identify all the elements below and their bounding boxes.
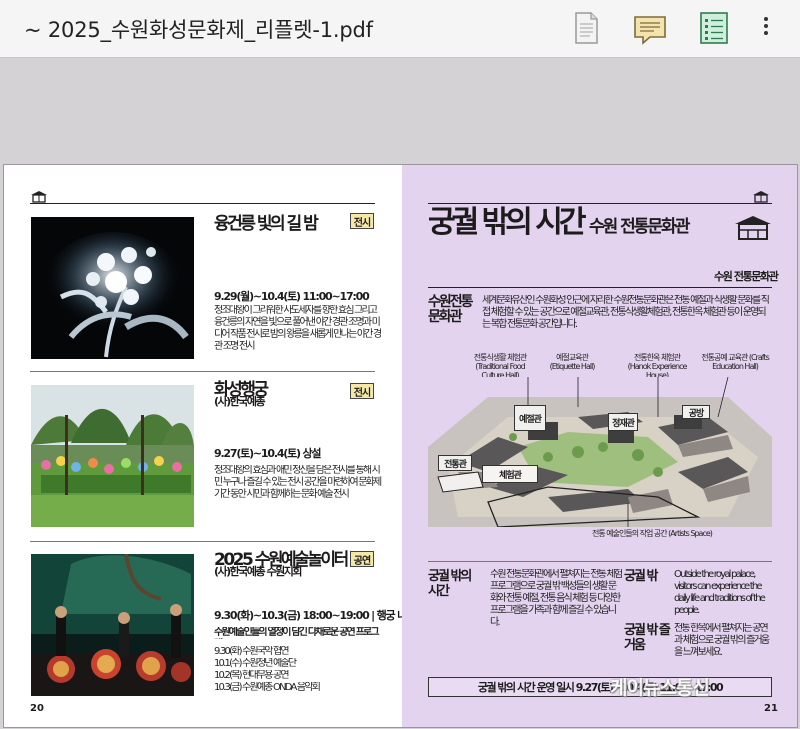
header-rule (30, 203, 375, 204)
event-type-badge: 전시 (350, 213, 374, 229)
left-page: 융건릉 빛의 길 밤 전시 9.29(월)~10.4(토) 11:00~17:0… (4, 165, 428, 727)
callout-label: 전통한옥 체험관 (Hanok Experience House) (627, 353, 688, 380)
info-label: 궁궐 밖의 시간 (428, 569, 472, 599)
callout-label: 전통식생활 체험관 (Traditional Food Culture Hall… (473, 353, 527, 380)
event-photo-garden-installation (31, 385, 194, 527)
schedule-item: 9.30(화) 수원국악 협연 (214, 646, 290, 657)
outline-list-icon[interactable] (694, 8, 734, 48)
more-vert-icon[interactable] (756, 14, 776, 44)
section-title: 궁궐 밖의 시간 수원 전통문화관 (428, 197, 690, 241)
building-tag: 예절관 (514, 405, 546, 431)
info-label: 궁궐 밖 즐거움 (624, 623, 671, 653)
info-label: 궁궐 밖 (624, 569, 658, 584)
schedule-item: 10.2(목) 현대무용 공연 (214, 670, 290, 681)
hanok-complex-illustration (428, 377, 772, 527)
info-text: 전통 한옥에서 펼쳐지는 공연과 체험으로 궁궐 밖의 즐거움을 느껴보세요. (674, 623, 770, 658)
section-rule (428, 287, 772, 288)
event-date: 9.27(토)~10.4(토) 상설 (214, 447, 322, 460)
event-photo-drum-performance (31, 554, 194, 696)
event-date: 9.29(월)~10.4(토) 11:00~17:00 (214, 290, 370, 303)
pdf-page[interactable]: 융건릉 빛의 길 밤 전시 9.29(월)~10.4(토) 11:00~17:0… (3, 164, 798, 728)
title-sub: 수원 전통문화관 (588, 217, 690, 237)
divider (30, 541, 375, 542)
section-description: 세계문화유산인 수원화성 인근에 자리한 수원전통문화관은 전통 예절과 식생활… (482, 295, 770, 330)
callout-label: 예절교육관 (Etiquette Hall) (549, 353, 596, 371)
schedule-item: 10.1(수) 수원청년 예술단 (214, 658, 297, 669)
building-tag: 공방 (682, 405, 710, 419)
event-type-badge: 공연 (350, 551, 374, 567)
page-number: 21 (764, 703, 778, 714)
document-page-icon[interactable] (566, 8, 606, 48)
schedule-footer: 궁궐 밖의 시간 운영 일시 9.27(토)~10.4(토) 11:00~17:… (428, 677, 772, 697)
document-title: ~ 2025_수원화성문화제_리플렛-1.pdf (24, 18, 373, 42)
hanok-icon (31, 191, 47, 203)
event-description: 정조대왕의 효심과 애민 정신을 담은 전시를 통해 시민 누구나 즐길 수 있… (214, 465, 382, 500)
building-tag: 정재관 (608, 413, 638, 431)
event-description: 수원예술인들의 열정이 담긴 다채로운 공연 프로그램 (214, 627, 380, 638)
event-organizer: (사)한국예총 수원지회 (214, 565, 302, 578)
hanok-building-icon (735, 216, 771, 240)
event-title: 융건릉 빛의 길 밤 (214, 214, 319, 234)
watermark: 케이뉴스통신 (610, 677, 710, 699)
section-label: 수원전통문화관 (428, 294, 474, 325)
divider (30, 371, 375, 372)
event-organizer: (사)한국예총 (214, 395, 266, 408)
callout-label: 전통 예술인들의 작업 공간 (Artists Space) (592, 529, 713, 538)
right-page: 궁궐 밖의 시간 수원 전통문화관 수원 전통문화관 수원전통문화관 세계문화유… (402, 165, 797, 727)
event-description: 정조대왕이 그리워한 사도세자를 향한 효심 그리고 융건릉의 자연을 빛으로 … (214, 305, 382, 352)
event-type-badge: 전시 (350, 383, 374, 399)
location-label: 수원 전통문화관 (714, 270, 779, 283)
title-main: 궁궐 밖의 시간 (428, 205, 586, 240)
building-tag: 체험관 (482, 465, 538, 483)
divider (428, 561, 772, 562)
callout-label: 전통공예 교육관 (Crafts Education Hall) (701, 353, 769, 371)
comment-icon[interactable] (630, 8, 670, 48)
event-date: 9.30(화)~10.3(금) 18:00~19:00 | 행궁 내 광장 (214, 609, 428, 622)
schedule-item: 10.3(금) 수원예총 ONDA 음악회 (214, 682, 321, 693)
info-text: 수원 전통문화관에서 펼쳐지는 전통 체험 프로그램으로 궁궐 밖 백성들의 생… (490, 569, 622, 628)
event-photo-light-garden (31, 217, 194, 359)
hanok-icon (753, 191, 769, 203)
info-text: Outside the royal palace, visitors can e… (674, 569, 766, 616)
building-tag: 전통관 (438, 455, 472, 471)
app-bar: ~ 2025_수원화성문화제_리플렛-1.pdf (0, 0, 800, 58)
page-number: 20 (30, 703, 44, 714)
